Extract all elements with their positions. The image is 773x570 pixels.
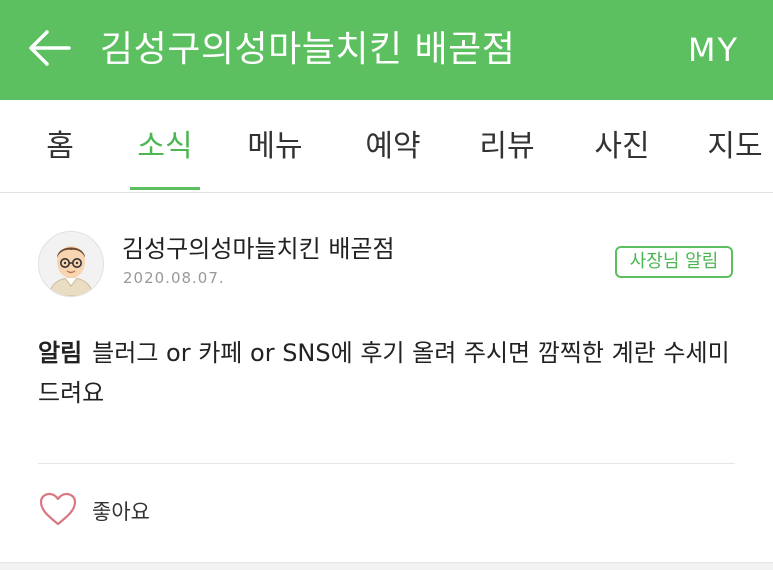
like-label: 좋아요 <box>92 500 150 524</box>
tab-news[interactable]: 소식 <box>130 100 200 192</box>
news-post: 김성구의성마늘치킨 배곧점 2020.08.07. 사장님 알림 알림 블러그 o… <box>0 193 773 563</box>
heart-icon <box>38 491 78 531</box>
like-button[interactable]: 좋아요 <box>38 491 150 531</box>
avatar <box>38 231 104 297</box>
tab-map[interactable]: 지도 <box>700 100 770 192</box>
tab-review[interactable]: 리뷰 <box>472 100 542 192</box>
my-button[interactable]: MY <box>688 24 739 76</box>
post-author: 김성구의성마늘치킨 배곧점 <box>122 235 395 263</box>
tab-bar: 홈 소식 메뉴 예약 리뷰 사진 지도 <box>0 100 773 193</box>
post-text: 블러그 or 카페 or SNS에 후기 올려 주시면 깜찍한 계란 수세미드려… <box>38 339 730 407</box>
page-title: 김성구의성마늘치킨 배곧점 <box>100 29 516 70</box>
owner-avatar-icon <box>39 232 103 296</box>
post-content: 알림 블러그 or 카페 or SNS에 후기 올려 주시면 깜찍한 계란 수세미… <box>38 333 738 413</box>
active-tab-indicator <box>130 187 200 190</box>
tab-photos[interactable]: 사진 <box>587 100 657 192</box>
divider <box>38 463 735 464</box>
back-button[interactable] <box>22 27 74 73</box>
post-date: 2020.08.07. <box>123 269 225 287</box>
app-screen: 김성구의성마늘치킨 배곧점 MY 홈 소식 메뉴 예약 리뷰 사진 지도 김성구… <box>0 0 773 570</box>
post-keyword: 알림 <box>38 339 83 367</box>
tab-home[interactable]: 홈 <box>40 100 80 192</box>
arrow-left-icon <box>25 28 71 72</box>
section-separator <box>0 562 773 570</box>
owner-notice-badge: 사장님 알림 <box>615 246 733 278</box>
tab-menu[interactable]: 메뉴 <box>240 100 310 192</box>
top-header: 김성구의성마늘치킨 배곧점 MY <box>0 0 773 100</box>
tab-reservation[interactable]: 예약 <box>358 100 428 192</box>
